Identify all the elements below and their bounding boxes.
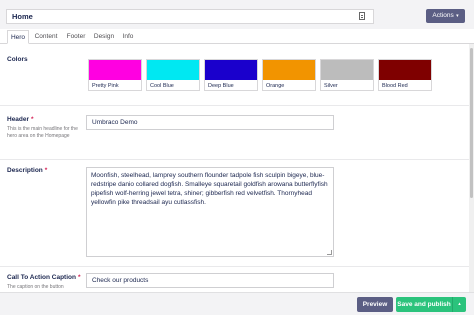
- description-textarea[interactable]: Moonfish, steelhead, lamprey southern fl…: [86, 167, 334, 257]
- required-marker: *: [77, 274, 81, 281]
- node-name-input[interactable]: Home: [6, 9, 374, 24]
- swatch-label: Silver: [324, 83, 338, 89]
- color-swatch-orange[interactable]: Orange: [262, 59, 316, 91]
- scrollbar-thumb[interactable]: [470, 48, 473, 198]
- save-and-publish-button[interactable]: Save and publish: [396, 297, 452, 312]
- required-marker: *: [44, 167, 48, 174]
- colors-label: Colors: [7, 56, 28, 63]
- editor-header: Home Actions ▾: [0, 0, 474, 29]
- editor-footer: Preview Save and publish ▴: [0, 292, 474, 315]
- description-field-label-text: Description: [7, 167, 43, 174]
- actions-label: Actions: [432, 12, 454, 19]
- swatch-color: [321, 60, 373, 80]
- description-text: Moonfish, steelhead, lamprey southern fl…: [91, 172, 328, 206]
- swatch-color: [263, 60, 315, 80]
- tab-info[interactable]: Info: [119, 30, 137, 44]
- description-field-label: Description *: [7, 167, 47, 174]
- color-swatch-blood-red[interactable]: Blood Red: [378, 59, 432, 91]
- header-field-label-text: Header: [7, 116, 30, 123]
- swatch-color: [147, 60, 199, 80]
- swatch-color: [205, 60, 257, 80]
- row-divider: [0, 159, 474, 160]
- swatch-label: Orange: [266, 83, 285, 89]
- tab-design[interactable]: Design: [91, 30, 117, 44]
- tab-content[interactable]: Content: [31, 30, 61, 44]
- actions-button[interactable]: Actions ▾: [426, 9, 465, 23]
- swatch-label: Pretty Pink: [92, 83, 119, 89]
- header-field-description: This is the main headline for the hero a…: [7, 126, 78, 139]
- caret-down-icon: ▾: [454, 13, 459, 19]
- row-divider: [0, 266, 474, 267]
- resize-handle-icon[interactable]: [327, 250, 332, 255]
- cta-caption-input[interactable]: Check our products: [86, 273, 334, 288]
- color-swatch-cool-blue[interactable]: Cool Blue: [146, 59, 200, 91]
- header-input[interactable]: Umbraco Demo: [86, 115, 334, 130]
- required-marker: *: [31, 116, 34, 123]
- tab-footer[interactable]: Footer: [63, 30, 89, 44]
- publish-options-caret-icon[interactable]: ▴: [452, 297, 466, 312]
- tab-hero[interactable]: Hero: [7, 30, 29, 44]
- color-swatch-deep-blue[interactable]: Deep Blue: [204, 59, 258, 91]
- panel-scrollbar[interactable]: [469, 44, 474, 292]
- swatch-label: Cool Blue: [150, 83, 174, 89]
- cta-caption-label-text: Call To Action Caption: [7, 274, 76, 281]
- colors-label-text: Colors: [7, 56, 28, 63]
- cta-caption-label: Call To Action Caption *: [7, 274, 81, 281]
- row-divider: [0, 105, 474, 106]
- header-field-label: Header *: [7, 116, 34, 123]
- swatch-color: [379, 60, 431, 80]
- color-swatch-pretty-pink[interactable]: Pretty Pink: [88, 59, 142, 91]
- cta-caption-description: The caption on the button: [7, 284, 64, 290]
- swatch-color: [89, 60, 141, 80]
- content-tabs: Hero Content Footer Design Info: [0, 29, 474, 44]
- color-swatch-silver[interactable]: Silver: [320, 59, 374, 91]
- document-icon[interactable]: [359, 12, 365, 20]
- swatch-label: Deep Blue: [208, 83, 234, 89]
- swatch-label: Blood Red: [382, 83, 408, 89]
- preview-button[interactable]: Preview: [357, 297, 393, 312]
